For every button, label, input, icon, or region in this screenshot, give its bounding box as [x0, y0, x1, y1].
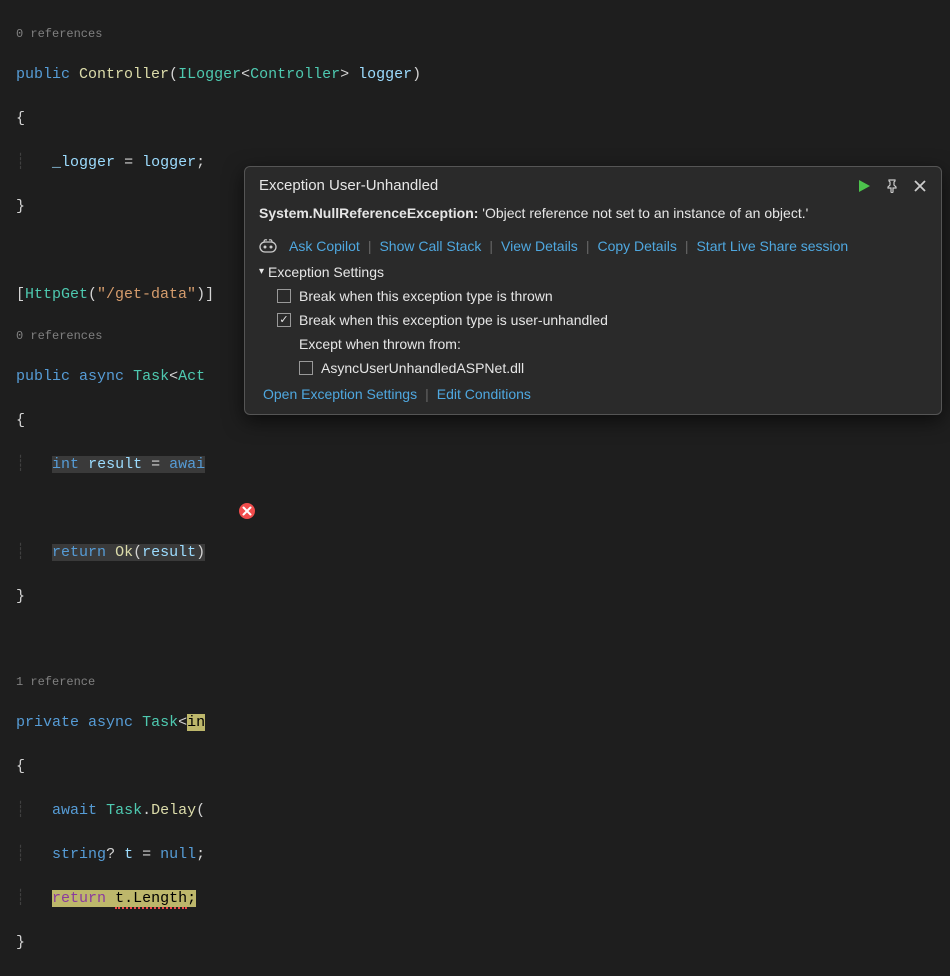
except-module-label: AsyncUserUnhandledASPNet.dll — [321, 356, 524, 380]
code-line: } — [16, 932, 950, 954]
code-line: ┊ return t.Length; — [16, 888, 950, 910]
break-when-thrown-checkbox[interactable] — [277, 289, 291, 303]
codelens-references[interactable]: 1 reference — [16, 674, 950, 690]
edit-conditions-link[interactable]: Edit Conditions — [437, 386, 531, 402]
copilot-icon — [259, 238, 277, 254]
exception-message: System.NullReferenceException: 'Object r… — [259, 204, 927, 224]
break-when-unhandled-checkbox[interactable] — [277, 313, 291, 327]
open-exception-settings-link[interactable]: Open Exception Settings — [263, 386, 417, 402]
show-call-stack-link[interactable]: Show Call Stack — [379, 238, 481, 254]
error-icon[interactable] — [238, 502, 256, 520]
pin-icon[interactable] — [885, 179, 899, 193]
popup-title: Exception User-Unhandled — [259, 177, 438, 194]
break-when-thrown-label: Break when this exception type is thrown — [299, 284, 553, 308]
blank-line — [16, 498, 950, 520]
code-line: { — [16, 108, 950, 130]
code-line: ┊ return Ok(result) — [16, 542, 950, 564]
codelens-references[interactable]: 0 references — [16, 26, 950, 42]
break-when-unhandled-label: Break when this exception type is user-u… — [299, 308, 608, 332]
blank-line — [16, 630, 950, 652]
code-line: ┊ int result = awai — [16, 454, 950, 476]
code-line: { — [16, 756, 950, 778]
copy-details-link[interactable]: Copy Details — [597, 238, 676, 254]
code-line: ┊ await Task.Delay( — [16, 800, 950, 822]
except-when-label: Except when thrown from: — [299, 332, 927, 356]
start-live-share-link[interactable]: Start Live Share session — [696, 238, 848, 254]
expand-triangle-icon: ▾ — [259, 266, 264, 277]
ask-copilot-link[interactable]: Ask Copilot — [289, 238, 360, 254]
close-icon[interactable] — [913, 179, 927, 193]
exception-popup: Exception User-Unhandled System.NullRefe… — [244, 166, 942, 415]
exception-settings-header[interactable]: ▾ Exception Settings — [259, 264, 927, 280]
code-editor[interactable]: 0 references public Controller(ILogger<C… — [0, 0, 950, 976]
view-details-link[interactable]: View Details — [501, 238, 578, 254]
code-line: ┊ string? t = null; — [16, 844, 950, 866]
code-line: private async Task<in — [16, 712, 950, 734]
action-links: Ask Copilot | Show Call Stack | View Det… — [259, 238, 927, 254]
except-module-checkbox[interactable] — [299, 361, 313, 375]
code-line: public Controller(ILogger<Controller> lo… — [16, 64, 950, 86]
continue-icon[interactable] — [857, 179, 871, 193]
code-line: } — [16, 586, 950, 608]
